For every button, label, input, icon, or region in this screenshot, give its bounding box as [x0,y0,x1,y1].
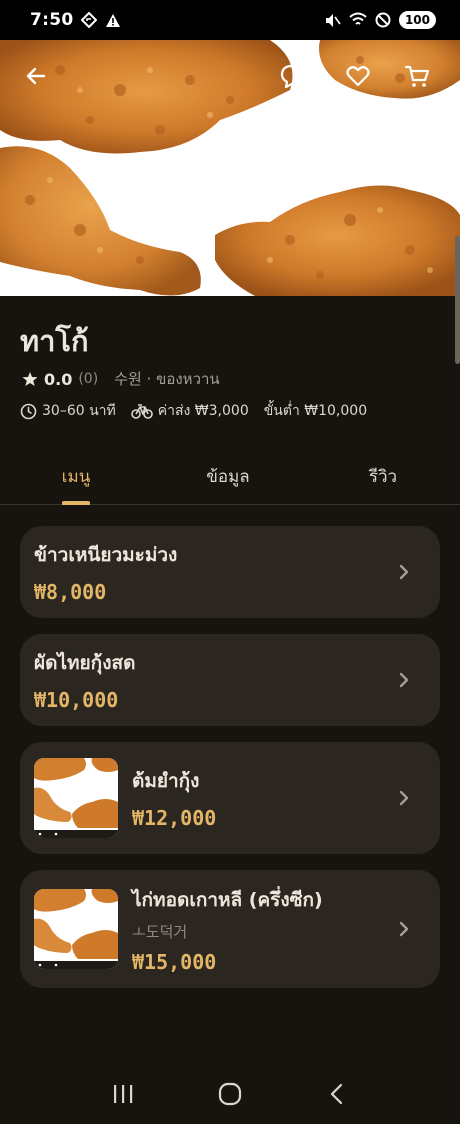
chevron-left-icon [330,1083,342,1105]
rating-count: (0) [78,371,99,387]
back-nav-button[interactable] [317,1074,357,1114]
heart-icon [346,66,370,87]
menu-item[interactable]: ต้มยำกุ้ง ₩12,000 [20,742,440,854]
cart-button[interactable] [399,58,435,94]
system-navigation-bar [0,1064,460,1124]
menu-item-price: ₩10,000 [34,688,119,712]
menu-item[interactable]: ผัดไทยกุ้งสด ₩10,000 [20,634,440,726]
menu-item-name: ผัดไทยกุ้งสด [34,652,136,674]
store-category: 수원 · ของหวาน [114,370,220,388]
do-not-disturb-icon [375,12,391,28]
favorite-button[interactable] [340,58,376,94]
menu-item-price: ₩12,000 [132,806,217,830]
delivery-fee: ค่าส่ง ₩3,000 [157,403,249,419]
home-icon [218,1082,242,1106]
home-button[interactable] [210,1074,250,1114]
fried-chicken-photo [0,40,460,296]
menu-item-name: ไก่ทอดเกาหลี (ครึ่งซีก) [132,888,323,911]
chevron-right-icon [390,558,418,586]
delivery-time: 30–60 นาที [42,403,116,419]
recent-apps-icon [114,1085,133,1103]
cart-icon [404,65,430,87]
hero-image [0,40,460,296]
warning-icon [106,13,121,27]
tab-menu-label: เมนู [61,467,91,487]
clock-icon [20,403,37,419]
rating-row: 0.0 (0) 수원 · ของหวาน [22,367,220,391]
menu-item-name: ต้มยำกุ้ง [132,770,200,792]
chevron-right-icon [390,915,418,943]
delivery-info: 30–60 นาที ค่าส่ง ₩3,000 ขั้นต่ำ ₩10,000 [20,400,382,422]
tab-menu[interactable]: เมนู [26,448,126,505]
navigation-diamond-icon [81,12,98,28]
mute-icon [325,13,341,27]
star-icon [22,372,38,386]
menu-item[interactable]: ข้าวเหนียวมะม่วง ₩8,000 [20,526,440,618]
fried-chicken-thumbnail [34,758,118,838]
minimum-order: ขั้นต่ำ ₩10,000 [263,403,368,419]
back-button[interactable] [18,58,54,94]
chevron-right-icon [390,666,418,694]
wifi-icon [349,12,367,25]
status-bar: 7:50 100 [0,0,460,40]
active-tab-indicator [62,501,90,505]
menu-item[interactable]: ไก่ทอดเกาหลี (ครึ่งซีก) ㅗ도덕거 ₩15,000 [20,870,440,988]
chevron-right-icon [390,784,418,812]
menu-item-name: ข้าวเหนียวมะม่วง [34,544,178,566]
tab-reviews-label: รีวิว [368,467,398,487]
battery-indicator: 100 [398,11,436,29]
menu-item-description: ㅗ도덕거 [132,922,188,941]
arrow-left-icon [26,67,46,85]
menu-item-thumbnail [34,889,118,969]
store-name: ทาโก้ [20,324,89,358]
status-time: 7:50 [30,10,74,30]
fried-chicken-thumbnail [34,889,118,969]
tab-info[interactable]: ข้อมูล [178,448,278,505]
chat-bubble-icon [280,64,304,89]
rating-value: 0.0 [44,369,73,389]
recent-apps-button[interactable] [103,1074,143,1114]
tab-bar: เมนู ข้อมูล รีวิว [0,448,460,505]
scrollbar[interactable] [455,236,460,364]
menu-item-price: ₩8,000 [34,580,107,604]
menu-item-price: ₩15,000 [132,949,217,974]
bicycle-icon [130,404,153,419]
chat-button[interactable] [274,58,310,94]
tab-reviews[interactable]: รีวิว [333,448,433,505]
tab-info-label: ข้อมูล [206,467,250,487]
menu-item-thumbnail [34,758,118,838]
